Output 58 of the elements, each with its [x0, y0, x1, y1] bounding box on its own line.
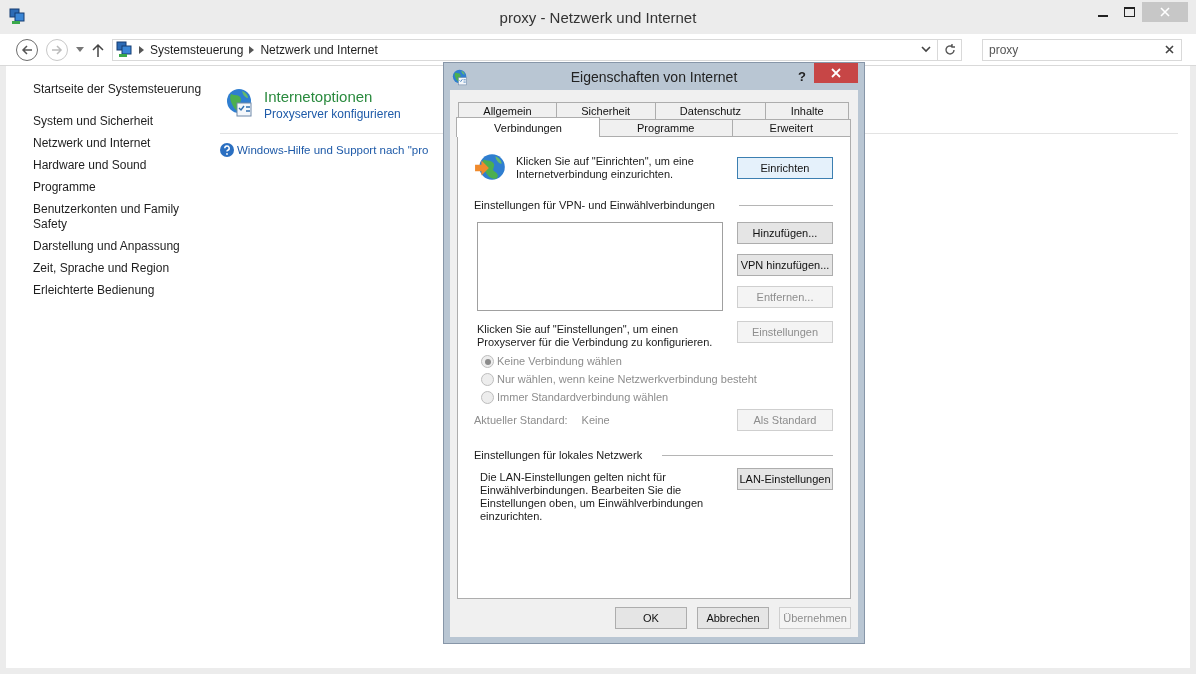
vpn-button[interactable]: VPN hinzufügen...	[737, 254, 833, 276]
arrow-right-icon	[51, 43, 63, 56]
breadcrumb[interactable]: Netzwerk und Internet	[260, 42, 378, 57]
proxy-text: Klicken Sie auf "Einstellungen", um einen Proxyserver für die Verbindung zu konfigurieren.	[477, 323, 714, 349]
back-button[interactable]	[16, 38, 38, 61]
chevron-icon	[139, 45, 144, 54]
radio-label: Keine Verbindung wählen	[497, 355, 622, 368]
close-icon	[1160, 7, 1170, 17]
dialog-button[interactable]: OK	[615, 607, 687, 629]
app-icon	[8, 8, 26, 26]
setup-button[interactable]: Einrichten	[737, 157, 833, 179]
refresh-button[interactable]	[938, 38, 962, 61]
sidebar-link[interactable]: Zeit, Sprache und Region	[33, 261, 170, 276]
lan-text: Die LAN-Einstellungen gelten nicht für Einwählverbindungen. Bearbeiten Sie die Einstellungen oben, um Einwählverbindungen einzurichten.	[480, 471, 705, 523]
help-link[interactable]: Windows-Hilfe und Support nach "pro	[237, 144, 429, 156]
sidebar-link[interactable]: System und Sicherheit	[33, 114, 154, 129]
result-link[interactable]: Proxyserver konfigurieren	[264, 107, 401, 121]
sidebar-link[interactable]: Programme	[33, 180, 96, 195]
arrow-left-icon	[21, 43, 33, 56]
dropdown-icon[interactable]	[921, 46, 931, 53]
dialog-close-button[interactable]	[814, 62, 858, 83]
search-field[interactable]: proxy	[982, 38, 1182, 61]
control-panel-icon	[115, 40, 133, 59]
clear-icon[interactable]	[1165, 44, 1174, 54]
recent-pages-button[interactable]	[76, 47, 84, 52]
minimize-icon	[1098, 14, 1108, 17]
sidebar-link[interactable]: Benutzerkonten und Family Safety	[33, 202, 193, 232]
connection-list[interactable]	[477, 222, 723, 311]
sidebar-link[interactable]: Startseite der Systemsteuerung	[33, 82, 202, 97]
breadcrumb[interactable]: Systemsteuerung	[150, 42, 244, 57]
address-field[interactable]: Systemsteuerung Netzwerk und Internet	[112, 38, 938, 61]
tab[interactable]: Verbindungen	[456, 117, 600, 137]
radio-label: Nur wählen, wenn keine Netzwerkverbindung besteht	[497, 373, 757, 386]
sidebar-link[interactable]: Hardware und Sound	[33, 158, 147, 173]
dialog-title: Eigenschaften von Internet	[570, 68, 738, 85]
setup-text: Klicken Sie auf "Einrichten", um eine Internetverbindung einzurichten.	[516, 155, 695, 181]
close-icon	[831, 67, 841, 78]
sidebar-link[interactable]: Erleichterte Bedienung	[33, 283, 155, 298]
chevron-icon	[249, 45, 255, 54]
dialog-icon	[450, 67, 468, 86]
maximize-icon	[1123, 7, 1135, 17]
refresh-icon	[943, 43, 956, 56]
radio-label: Immer Standardverbindung wählen	[497, 391, 669, 404]
sidebar-link[interactable]: Netzwerk und Internet	[33, 136, 151, 151]
section-heading: Einstellungen für lokales Netzwerk	[474, 449, 643, 462]
window-title: proxy - Netzwerk und Internet	[499, 8, 697, 26]
tab[interactable]: Inhalte	[765, 102, 849, 120]
help-icon	[220, 143, 234, 157]
lan-settings-button[interactable]: LAN-Einstellungen	[737, 468, 833, 490]
result-title[interactable]: Internetoptionen	[264, 88, 401, 105]
vpn-button[interactable]: Hinzufügen...	[737, 222, 833, 244]
default-label: Aktueller Standard:	[474, 413, 568, 427]
dialog-help-button[interactable]: ?	[798, 69, 806, 84]
sidebar-link[interactable]: Darstellung und Anpassung	[33, 239, 180, 254]
default-value: Keine	[581, 413, 610, 427]
section-heading: Einstellungen für VPN- und Einwählverbindungen	[474, 199, 715, 212]
dialog-button[interactable]: Abbrechen	[697, 607, 769, 629]
up-button[interactable]	[92, 42, 104, 57]
